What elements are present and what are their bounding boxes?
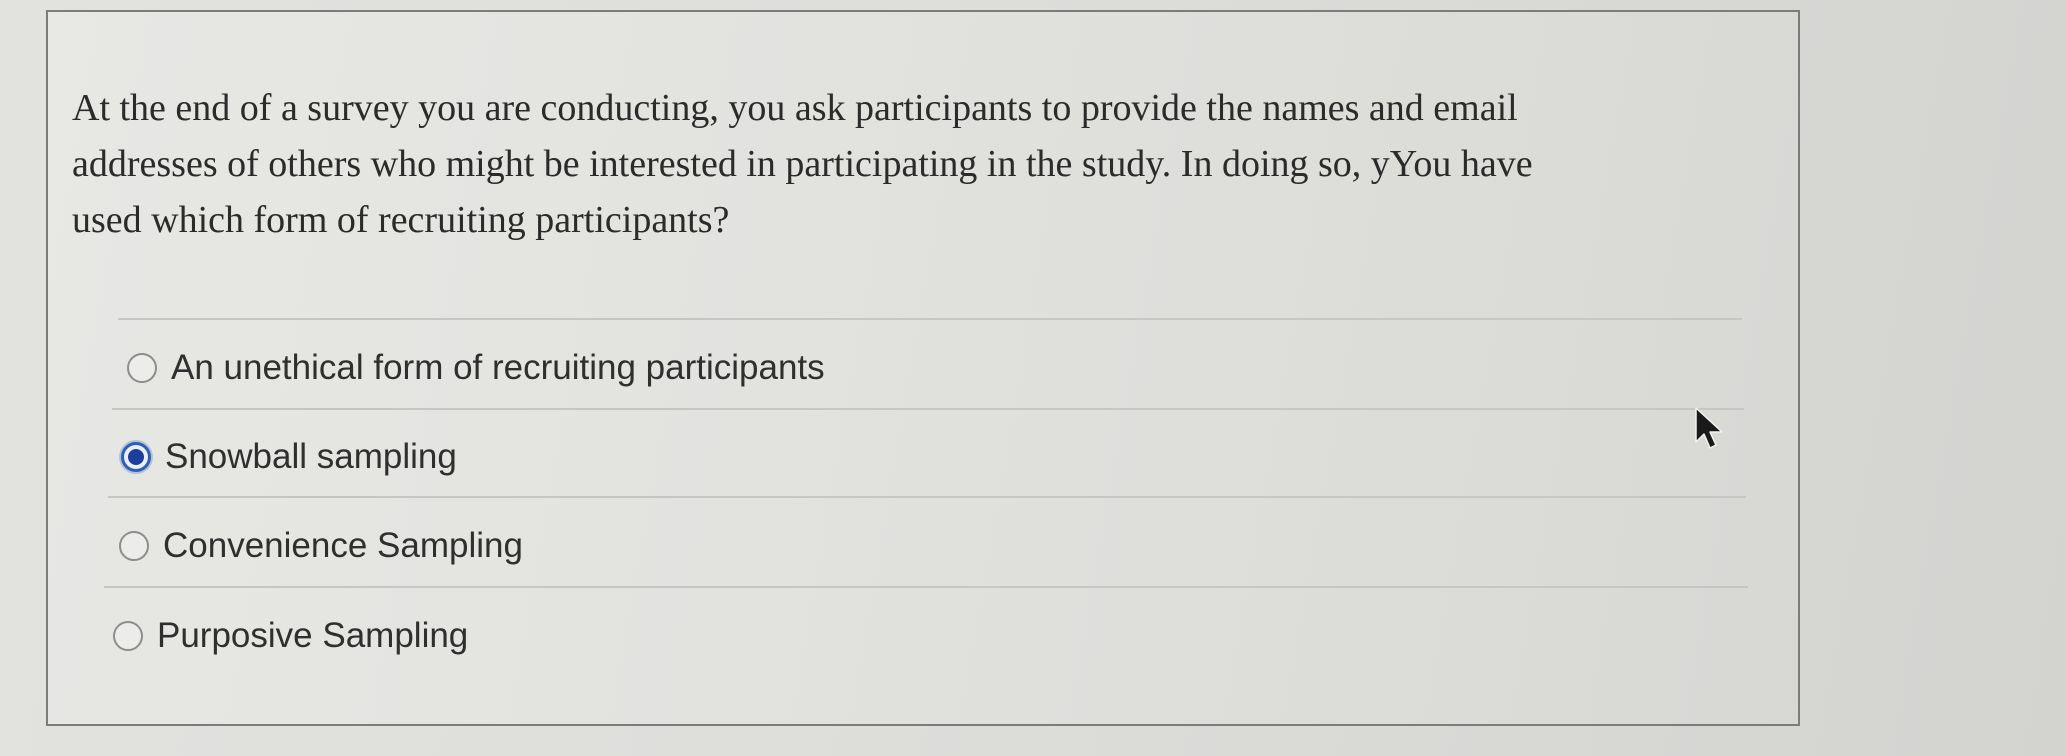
- answer-divider: [104, 586, 1748, 588]
- answer-divider: [112, 408, 1744, 410]
- answer-divider: [108, 496, 1746, 498]
- answer-label: Purposive Sampling: [157, 616, 469, 655]
- question-text: At the end of a survey you are conductin…: [72, 87, 1533, 241]
- radio-button[interactable]: [127, 353, 157, 383]
- answer-option-unethical[interactable]: An unethical form of recruiting particip…: [127, 348, 825, 388]
- answer-option-convenience-sampling[interactable]: Convenience Sampling: [119, 526, 523, 566]
- radio-button-selected[interactable]: [121, 442, 151, 472]
- radio-button[interactable]: [119, 531, 149, 561]
- answer-label: Convenience Sampling: [163, 526, 523, 565]
- answer-label: Snowball sampling: [165, 437, 457, 476]
- answer-option-purposive-sampling[interactable]: Purposive Sampling: [113, 616, 468, 656]
- answer-option-snowball-sampling[interactable]: Snowball sampling: [121, 437, 457, 477]
- answer-divider: [118, 318, 1742, 320]
- radio-button[interactable]: [113, 621, 143, 651]
- mouse-pointer-icon: [1695, 407, 1723, 449]
- answer-label: An unethical form of recruiting particip…: [171, 348, 825, 387]
- radio-selected-dot: [128, 449, 144, 465]
